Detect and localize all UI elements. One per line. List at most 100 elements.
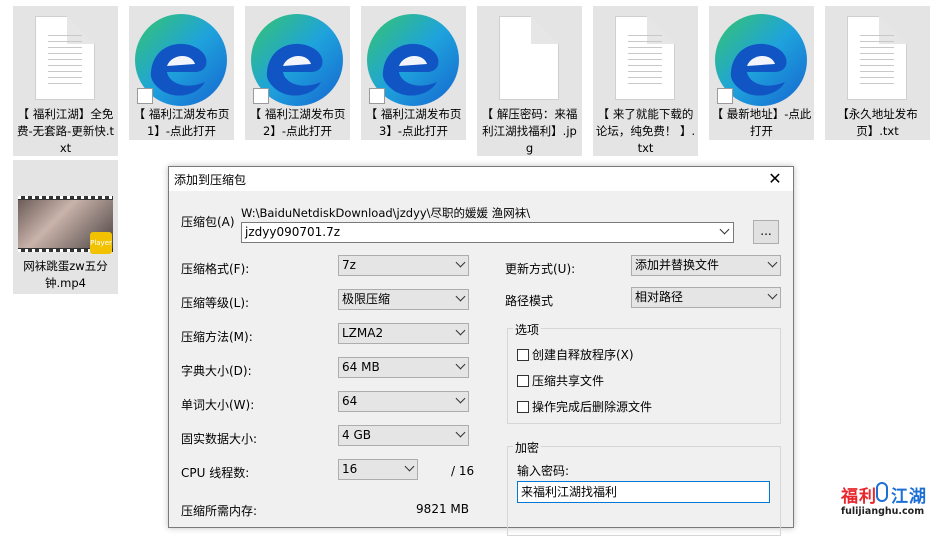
file-label: 【永久地址发布页】.txt	[837, 107, 918, 138]
desktop-file-txt-1[interactable]: 【 福利江湖】全免费-无套路-更新快.txt	[13, 6, 118, 156]
cpu-select[interactable]: 16	[338, 459, 418, 480]
word-select[interactable]: 64	[338, 391, 469, 412]
desktop-file-txt-3[interactable]: 【永久地址发布页】.txt	[825, 6, 930, 140]
level-select[interactable]: 极限压缩	[338, 289, 469, 310]
dict-label: 字典大小(D):	[181, 364, 252, 378]
shortcut-arrow-icon	[137, 88, 153, 104]
dialog-title: 添加到压缩包	[174, 173, 247, 187]
close-icon: ✕	[768, 169, 782, 188]
dict-value: 64 MB	[342, 360, 380, 374]
dialog-body: 压缩包(A) W:\BaiduNetdiskDownload\jzdyy\尽职的…	[169, 191, 793, 536]
file-label: 【 解压密码：来福利江湖找福利】.jpg	[481, 107, 578, 155]
file-thumb	[825, 10, 930, 104]
path-mode-select[interactable]: 相对路径	[631, 287, 781, 308]
cpu-total: / 16	[451, 464, 475, 478]
archive-name-combo[interactable]: jzdyy090701.7z	[241, 222, 734, 243]
chevron-down-icon	[455, 325, 466, 336]
file-label: 【 最新地址】-点此打开	[711, 107, 812, 138]
text-file-icon	[847, 16, 907, 100]
sfx-checkbox[interactable]: 创建自释放程序(X)	[517, 346, 634, 363]
mouse-icon	[876, 482, 888, 502]
delete-after-label: 操作完成后删除源文件	[532, 400, 653, 414]
desktop-file-mp4[interactable]: Player 网袜跳蛋zw五分钟.mp4	[13, 160, 118, 294]
cpu-value: 16	[342, 462, 358, 476]
desktop-shortcut-1[interactable]: 【 福利江湖发布页1】-点此打开	[129, 6, 234, 140]
desktop: 【 福利江湖】全免费-无套路-更新快.txt 【 福利江湖发布页1】-点此打开	[0, 0, 941, 536]
level-label: 压缩等级(L):	[181, 296, 250, 310]
cpu-label: CPU 线程数:	[181, 466, 250, 480]
archive-label: 压缩包(A)	[181, 215, 235, 229]
dict-select[interactable]: 64 MB	[338, 357, 469, 378]
file-label: 【 福利江湖】全免费-无套路-更新快.txt	[17, 107, 114, 155]
chevron-down-icon	[455, 427, 466, 438]
format-value: 7z	[342, 258, 356, 272]
watermark-cn-b: 江湖	[891, 487, 927, 507]
file-label: 【 来了就能下载的论坛，纯免费！ 】.txt	[595, 107, 696, 155]
archive-name-value: jzdyy090701.7z	[245, 225, 341, 239]
text-file-icon	[35, 16, 95, 100]
file-thumb	[709, 10, 814, 106]
solid-select[interactable]: 4 GB	[338, 425, 469, 446]
dialog-titlebar[interactable]: 添加到压缩包 ✕	[169, 167, 793, 191]
encryption-title: 加密	[513, 439, 542, 456]
watermark-en: fulijianghu.com	[841, 506, 925, 517]
checkbox-box	[517, 375, 529, 387]
browse-button[interactable]: ...	[753, 220, 779, 244]
options-title: 选项	[513, 321, 542, 338]
update-label: 更新方式(U):	[505, 262, 576, 276]
file-label: 网袜跳蛋zw五分钟.mp4	[23, 259, 108, 290]
chevron-down-icon	[455, 291, 466, 302]
mem-label: 压缩所需内存:	[181, 504, 258, 518]
solid-label: 固实数据大小:	[181, 432, 258, 446]
file-thumb	[245, 10, 350, 106]
method-value: LZMA2	[342, 326, 384, 340]
word-label: 单词大小(W):	[181, 398, 255, 412]
desktop-file-txt-2[interactable]: 【 来了就能下载的论坛，纯免费！ 】.txt	[593, 6, 698, 156]
shared-files-checkbox[interactable]: 压缩共享文件	[517, 372, 604, 389]
chevron-down-icon	[404, 461, 415, 472]
checkbox-box	[517, 401, 529, 413]
shortcut-arrow-icon	[717, 88, 733, 104]
desktop-file-jpg[interactable]: 【 解压密码：来福利江湖找福利】.jpg	[477, 6, 582, 156]
chevron-down-icon	[455, 359, 466, 370]
password-label: 输入密码:	[517, 464, 570, 478]
chevron-down-icon	[767, 289, 778, 300]
desktop-shortcut-4[interactable]: 【 最新地址】-点此打开	[709, 6, 814, 140]
format-select[interactable]: 7z	[338, 255, 469, 276]
desktop-shortcut-3[interactable]: 【 福利江湖发布页3】-点此打开	[361, 6, 466, 140]
format-label: 压缩格式(F):	[181, 262, 250, 276]
delete-after-checkbox[interactable]: 操作完成后删除源文件	[517, 398, 652, 415]
method-select[interactable]: LZMA2	[338, 323, 469, 344]
path-mode-value: 相对路径	[635, 290, 684, 304]
solid-value: 4 GB	[342, 428, 371, 442]
word-value: 64	[342, 394, 358, 408]
file-thumb	[129, 10, 234, 106]
site-watermark-logo: 福利 江湖 fulijianghu.com	[838, 480, 938, 520]
file-thumb	[361, 10, 466, 106]
file-thumb	[13, 10, 118, 104]
file-label: 【 福利江湖发布页3】-点此打开	[365, 107, 462, 138]
archive-path: W:\BaiduNetdiskDownload\jzdyy\尽职的媛媛 渔网袜\	[241, 206, 531, 220]
player-badge-icon: Player	[90, 232, 112, 254]
level-value: 极限压缩	[342, 292, 391, 306]
file-label: 【 福利江湖发布页1】-点此打开	[133, 107, 230, 138]
chevron-down-icon	[455, 393, 466, 404]
sfx-label: 创建自释放程序(X)	[532, 348, 634, 362]
chevron-down-icon	[719, 224, 730, 235]
path-mode-label: 路径模式	[505, 294, 554, 308]
mem-value: 9821 MB	[416, 502, 469, 516]
update-value: 添加并替换文件	[635, 258, 720, 272]
close-button[interactable]: ✕	[757, 167, 793, 191]
method-label: 压缩方法(M):	[181, 330, 253, 344]
chevron-down-icon	[767, 257, 778, 268]
password-input[interactable]: 来福利江湖找福利	[517, 481, 770, 503]
update-select[interactable]: 添加并替换文件	[631, 255, 781, 276]
add-to-archive-dialog: 添加到压缩包 ✕ 压缩包(A) W:\BaiduNetdiskDownload\…	[168, 166, 794, 536]
file-thumb	[593, 10, 698, 104]
checkbox-box	[517, 349, 529, 361]
text-file-icon	[615, 16, 675, 100]
file-label: 【 福利江湖发布页2】-点此打开	[249, 107, 346, 138]
shortcut-arrow-icon	[369, 88, 385, 104]
image-file-icon	[499, 16, 559, 100]
desktop-shortcut-2[interactable]: 【 福利江湖发布页2】-点此打开	[245, 6, 350, 140]
